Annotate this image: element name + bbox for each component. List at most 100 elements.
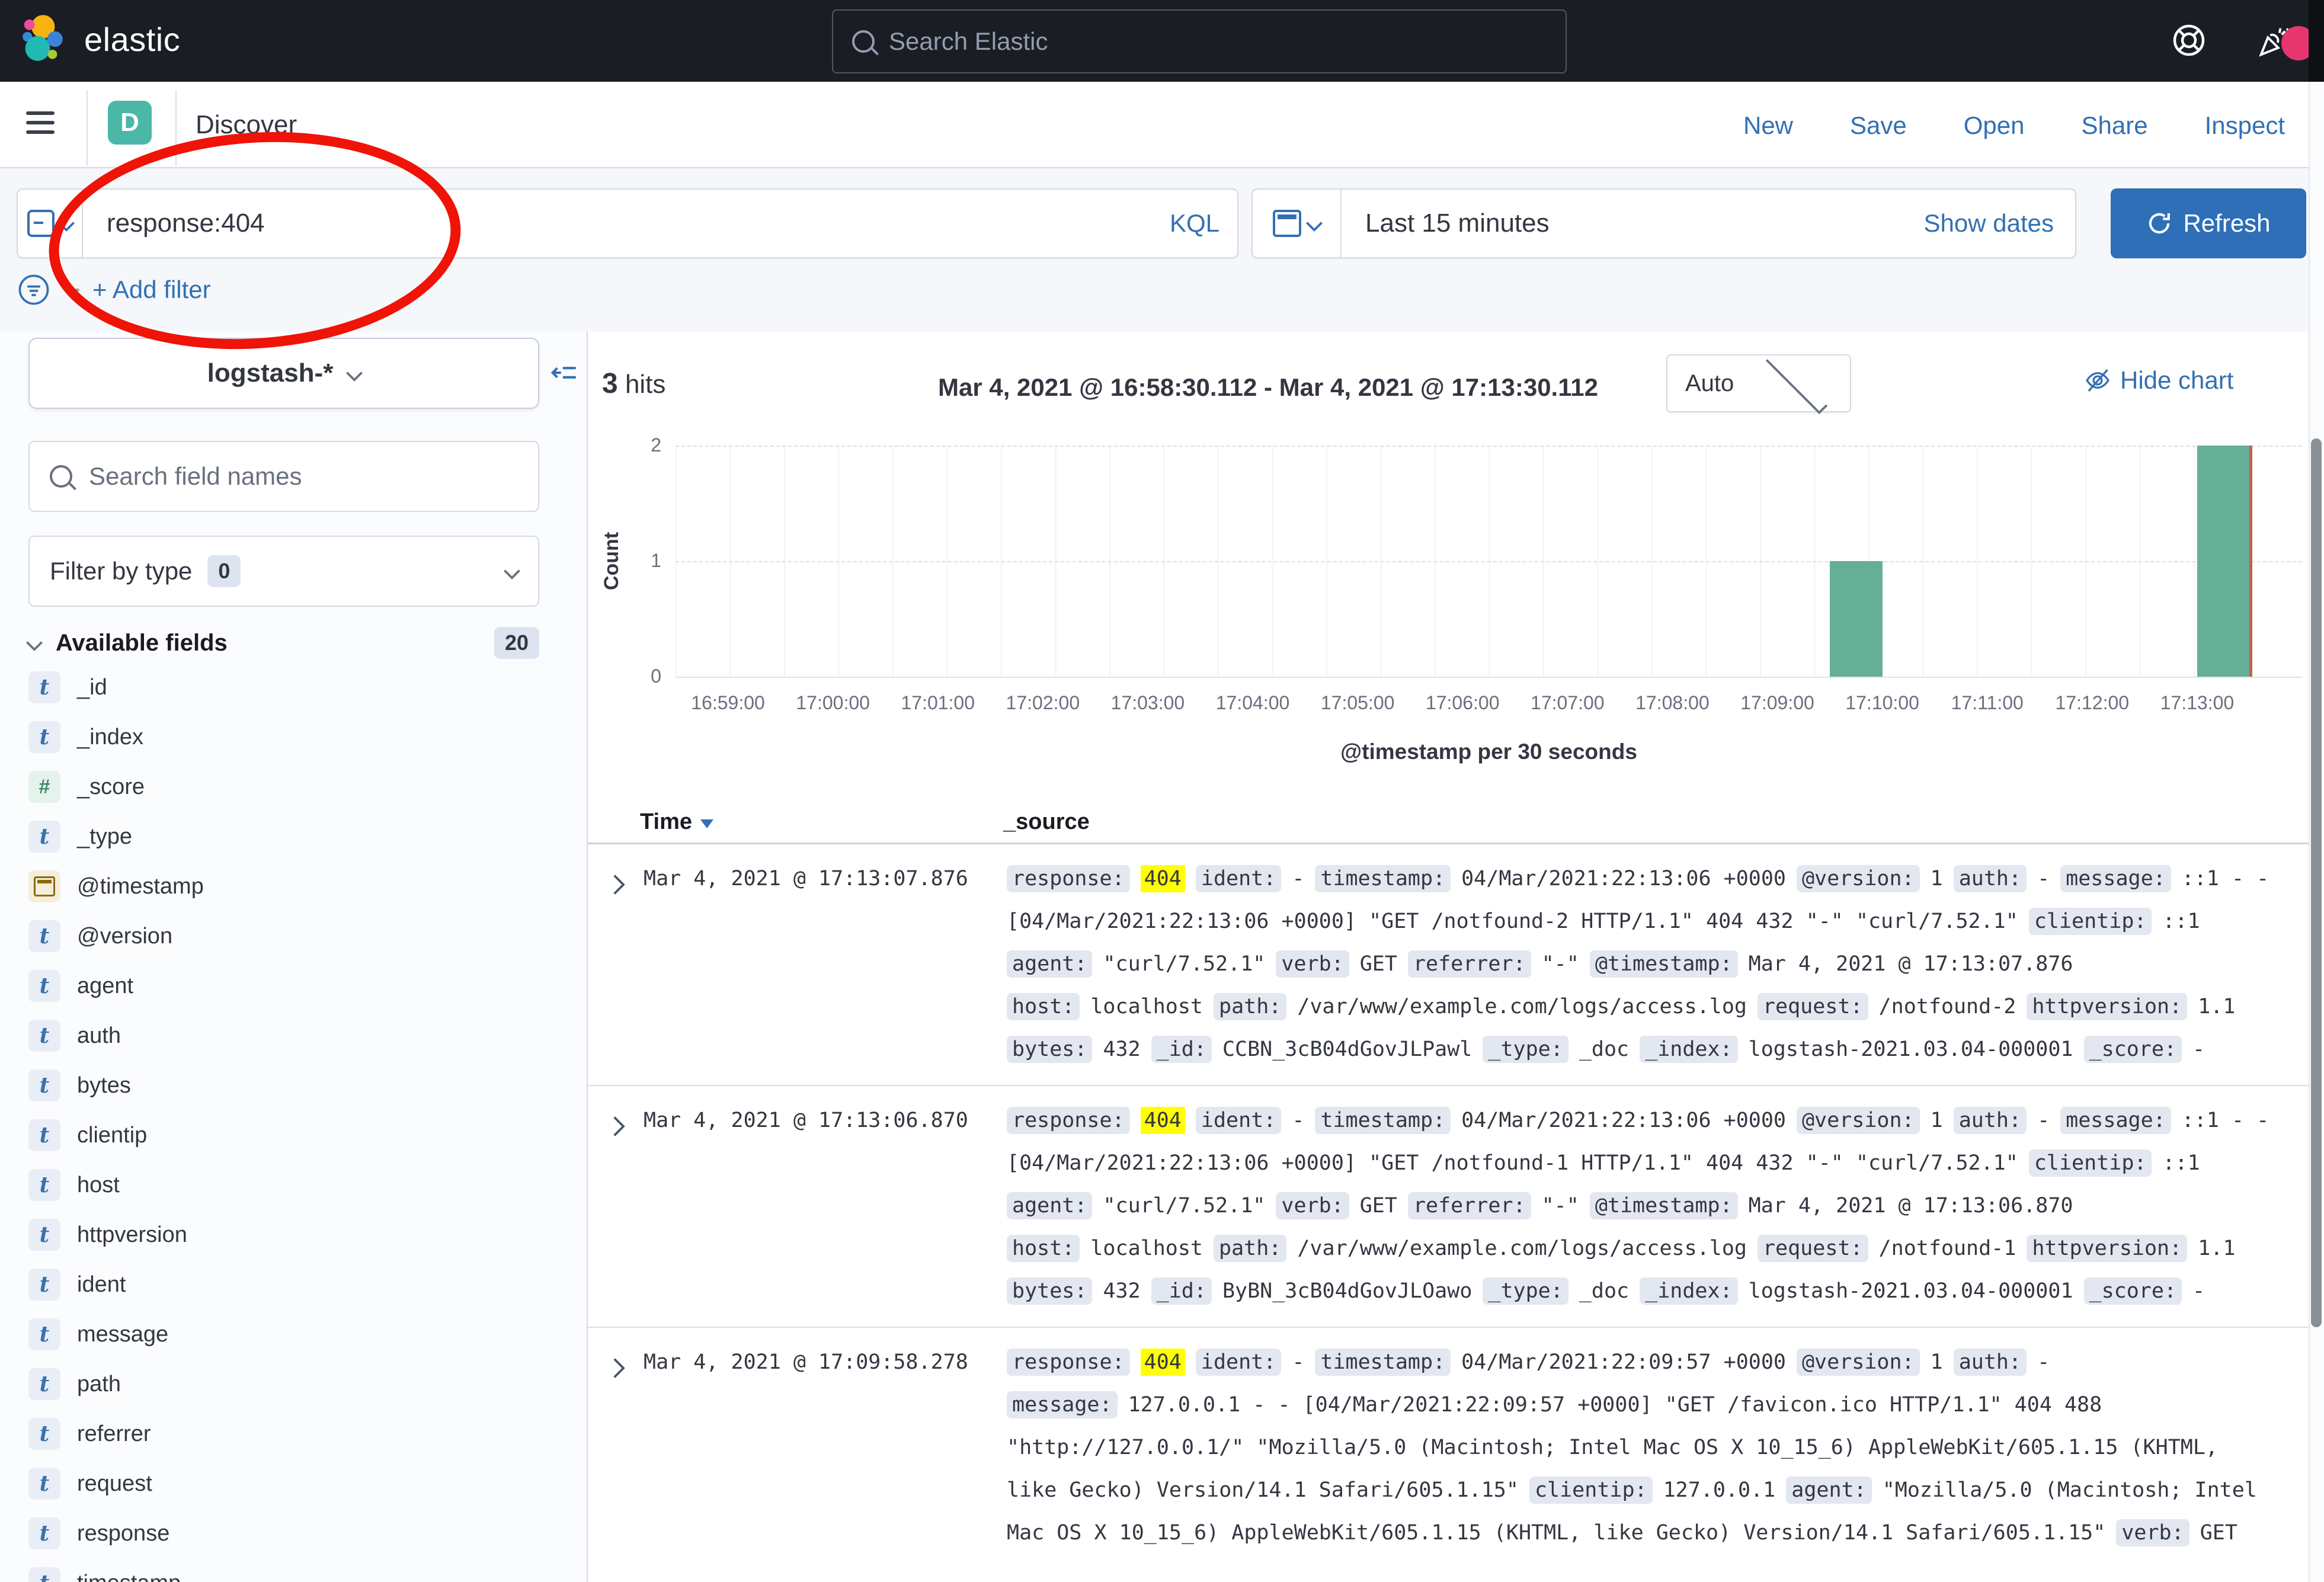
field-pill: timestamp: <box>1315 865 1451 892</box>
field-pill: httpversion: <box>2027 993 2187 1020</box>
field-value: /var/www/example.com/logs/access.log <box>1297 1237 1747 1260</box>
field-item[interactable]: t_type <box>28 812 562 862</box>
save-button[interactable]: Save <box>1850 111 1907 140</box>
field-value: logstash-2021.03.04-000001 <box>1749 1037 2073 1061</box>
field-item[interactable]: t@version <box>28 911 562 961</box>
field-item[interactable]: tauth <box>28 1011 562 1061</box>
refresh-button[interactable]: Refresh <box>2111 188 2306 258</box>
field-pill: agent: <box>1007 950 1092 978</box>
field-item[interactable]: tident <box>28 1260 562 1309</box>
elastic-brand[interactable]: elastic <box>21 14 180 64</box>
field-item[interactable]: tbytes <box>28 1061 562 1110</box>
doc-time: Mar 4, 2021 @ 17:09:58.278 <box>644 1341 990 1554</box>
menu-icon[interactable] <box>26 111 55 140</box>
y-axis-label: Count <box>600 502 626 620</box>
field-item[interactable]: treferrer <box>28 1409 562 1459</box>
field-value: 04/Mar/2021:22:13:06 +0000 <box>1461 867 1786 891</box>
document-row: Mar 4, 2021 @ 17:13:07.876response:404id… <box>588 844 2309 1085</box>
field-value: "http://127.0.0.1/" "Mozilla/5.0 (Macint… <box>1007 1436 2218 1459</box>
global-search-input[interactable] <box>888 27 1566 56</box>
field-item[interactable]: thttpversion <box>28 1210 562 1260</box>
chevron-down-icon <box>1306 215 1323 232</box>
time-column-header[interactable]: Time <box>640 809 1003 835</box>
field-item[interactable]: tclientip <box>28 1110 562 1160</box>
inspect-button[interactable]: Inspect <box>2205 111 2285 140</box>
query-language-button[interactable]: KQL <box>1170 209 1219 238</box>
query-input[interactable] <box>83 208 1170 239</box>
field-item[interactable]: ttimestamp <box>28 1558 562 1582</box>
global-search[interactable] <box>832 9 1567 73</box>
x-axis-tick: 17:02:00 <box>1006 692 1080 714</box>
field-item[interactable]: tresponse <box>28 1509 562 1558</box>
new-button[interactable]: New <box>1743 111 1793 140</box>
string-field-icon: t <box>28 1418 60 1450</box>
field-value: ::1 <box>2162 1151 2200 1175</box>
field-search-input[interactable] <box>88 462 538 491</box>
field-name: host <box>77 1173 120 1198</box>
share-button[interactable]: Share <box>2082 111 2148 140</box>
interval-select[interactable]: Auto <box>1666 354 1851 412</box>
field-item[interactable]: tmessage <box>28 1309 562 1359</box>
hide-chart-button[interactable]: Hide chart <box>2085 366 2233 395</box>
available-fields-count-badge: 20 <box>494 627 539 659</box>
field-pill: response: <box>1007 865 1130 892</box>
field-name: auth <box>77 1023 121 1049</box>
field-item[interactable]: t_id <box>28 662 562 712</box>
field-pill: response: <box>1007 1107 1130 1134</box>
string-field-icon: t <box>28 1219 60 1251</box>
field-value: "-" <box>1542 1194 1579 1218</box>
top-menu: New Save Open Share Inspect <box>1743 111 2285 140</box>
filter-icon[interactable] <box>17 273 51 307</box>
field-pill: path: <box>1214 1235 1286 1262</box>
field-name: path <box>77 1372 121 1397</box>
collapse-sidebar-icon[interactable] <box>550 358 580 388</box>
number-field-icon: # <box>28 771 60 803</box>
field-item[interactable]: t_index <box>28 712 562 762</box>
available-fields-header[interactable]: Available fields 20 <box>28 627 539 659</box>
x-axis-tick: 17:07:00 <box>1531 692 1605 714</box>
document-row: Mar 4, 2021 @ 17:13:06.870response:404id… <box>588 1085 2309 1327</box>
field-item[interactable]: @timestamp <box>28 862 562 911</box>
field-value: - <box>2037 1350 2050 1374</box>
field-pill: clientip: <box>1529 1477 1653 1504</box>
field-list: t_idt_index#_scoret_type@timestampt@vers… <box>28 662 562 1582</box>
field-value: ::1 <box>2162 910 2200 933</box>
help-icon[interactable] <box>2170 21 2208 59</box>
field-value: 432 <box>1103 1279 1140 1303</box>
chevron-down-icon <box>346 365 363 382</box>
discover-app-badge[interactable]: D <box>108 101 152 145</box>
date-quick-select-button[interactable] <box>1253 190 1342 257</box>
field-item[interactable]: #_score <box>28 762 562 812</box>
refresh-icon <box>2146 210 2172 236</box>
field-value: - <box>1292 867 1304 891</box>
field-value: 1 <box>1931 1109 1943 1132</box>
field-value: ByBN_3cB04dGovJLOawo <box>1222 1279 1472 1303</box>
doc-time: Mar 4, 2021 @ 17:13:06.870 <box>644 1099 990 1312</box>
x-axis-tick: 17:05:00 <box>1321 692 1395 714</box>
add-filter-button[interactable]: + Add filter <box>92 276 211 304</box>
doc-rows: Mar 4, 2021 @ 17:13:07.876response:404id… <box>588 844 2309 1568</box>
field-pill: timestamp: <box>1315 1107 1451 1134</box>
open-button[interactable]: Open <box>1964 111 2025 140</box>
field-pill: _type: <box>1483 1036 1568 1063</box>
saved-query-menu-button[interactable] <box>18 190 83 257</box>
expand-row-icon[interactable] <box>605 875 625 895</box>
field-pill: request: <box>1758 993 1868 1020</box>
index-pattern-selector[interactable]: logstash-* <box>28 338 539 409</box>
field-item[interactable]: thost <box>28 1160 562 1210</box>
field-pill: _score: <box>2084 1277 2182 1305</box>
field-pill: clientip: <box>2029 1149 2152 1177</box>
time-range-value[interactable]: Last 15 minutes <box>1365 209 1924 238</box>
histogram-bar <box>2197 446 2250 677</box>
field-value: "curl/7.52.1" <box>1103 1194 1265 1218</box>
filter-by-type-dropdown[interactable]: Filter by type 0 <box>28 536 539 607</box>
expand-row-icon[interactable] <box>605 1358 625 1378</box>
field-item[interactable]: tpath <box>28 1359 562 1409</box>
expand-row-icon[interactable] <box>605 1116 625 1136</box>
app-bar: D Discover New Save Open Share Inspect <box>0 82 2324 168</box>
scrollbar-thumb[interactable] <box>2311 438 2322 1327</box>
field-item[interactable]: trequest <box>28 1459 562 1509</box>
field-item[interactable]: tagent <box>28 961 562 1011</box>
show-dates-button[interactable]: Show dates <box>1924 209 2054 238</box>
field-name: ident <box>77 1272 126 1298</box>
